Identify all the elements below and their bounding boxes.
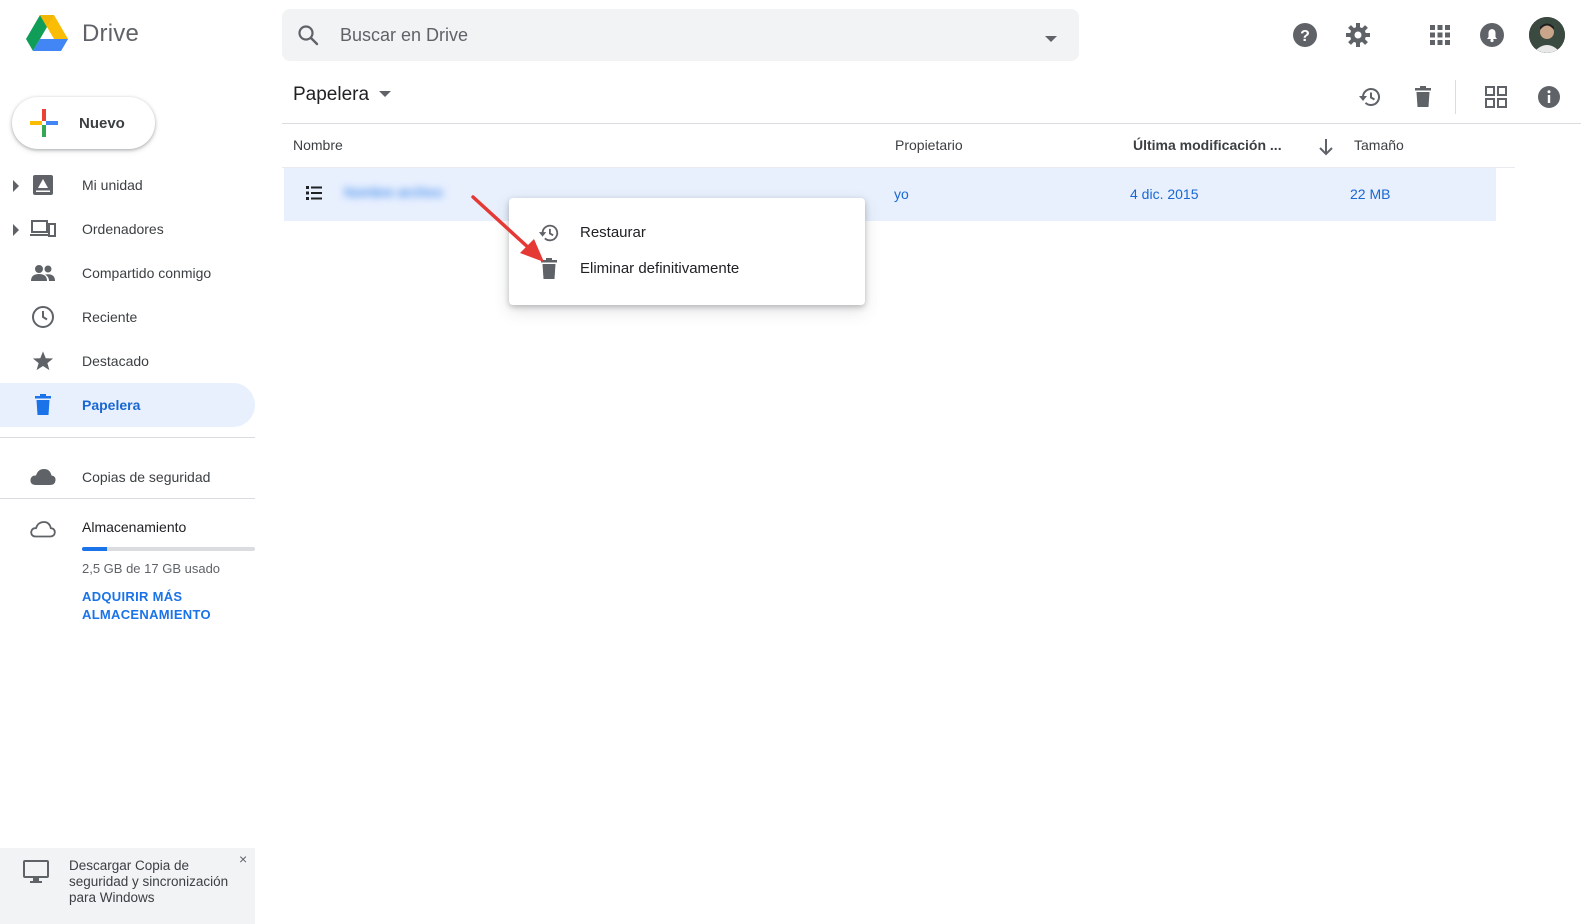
file-name: Nombre archivo [344,184,443,200]
sidebar-item-shared-with-me[interactable]: Compartido conmigo [0,251,255,295]
location-dropdown[interactable]: Papelera [293,84,392,106]
avatar[interactable] [1529,17,1565,53]
sidebar-item-my-drive[interactable]: Mi unidad [0,163,255,207]
new-button[interactable]: Nuevo [12,97,155,149]
sidebar-item-label: Compartido conmigo [82,265,212,281]
sidebar-divider [0,437,255,438]
sidebar-item-label: Copias de seguridad [82,469,211,485]
column-owner[interactable]: Propietario [895,137,963,153]
search-bar[interactable] [282,9,1079,61]
restore-icon [537,221,561,245]
trash-icon [537,257,561,281]
sidebar-nav: Mi unidad Ordenadores Compartido conmigo… [0,163,255,427]
menu-item-restore[interactable]: Restaurar [509,215,865,249]
clock-icon [30,305,56,329]
svg-text:?: ? [1300,28,1310,45]
help-icon[interactable]: ? [1290,20,1320,50]
storage-progress-fill [82,547,108,551]
star-icon [30,349,56,373]
toolbar-divider [1455,80,1456,114]
search-options-icon[interactable] [1045,31,1057,49]
sidebar-item-label: Reciente [82,309,138,325]
search-input[interactable] [340,9,1020,61]
table-row[interactable]: Nombre archivo yo 4 dic. 2015 22 MB [284,168,1496,221]
sidebar-item-label: Papelera [82,397,141,413]
storage-progress-bar [82,547,255,551]
menu-item-delete-forever[interactable]: Eliminar definitivamente [509,251,865,285]
plus-icon [30,109,58,142]
column-name[interactable]: Nombre [293,137,343,153]
column-last-modified[interactable]: Última modificación ... [1133,137,1282,153]
storage-label: Almacenamiento [82,519,187,535]
storage-used-text: 2,5 GB de 17 GB usado [82,561,221,576]
delete-forever-icon[interactable] [1409,83,1437,111]
file-modified: 4 dic. 2015 [1130,186,1199,202]
file-owner: yo [894,186,909,202]
chevron-down-icon [379,91,392,97]
page-title: Papelera [293,84,370,105]
top-bar: Drive ? [0,0,1581,70]
search-icon[interactable] [296,23,320,52]
promo-text: Descargar Copia de seguridad y sincroniz… [69,858,229,905]
my-drive-icon [30,173,56,197]
cloud-outline-icon [30,520,56,543]
close-icon[interactable]: × [239,851,247,867]
settings-icon[interactable] [1343,20,1373,50]
sidebar-item-label: Destacado [82,353,149,369]
drive-logo-icon [26,15,68,51]
sidebar-item-computers[interactable]: Ordenadores [0,207,255,251]
arrow-down-icon[interactable] [1318,138,1334,161]
backup-sync-promo[interactable]: Descargar Copia de seguridad y sincroniz… [0,848,255,924]
sidebar-item-backups[interactable]: Copias de seguridad [0,455,255,499]
info-icon[interactable] [1535,83,1563,111]
monitor-icon [23,860,49,889]
grid-view-icon[interactable] [1482,83,1510,111]
app-name: Drive [82,20,140,47]
sidebar-item-label: Ordenadores [82,221,164,237]
apps-grid-icon[interactable] [1425,20,1455,50]
toolbar-separator [282,123,1581,124]
caret-right-icon[interactable] [13,179,20,197]
file-size: 22 MB [1350,186,1391,202]
context-menu: Restaurar Eliminar definitivamente [509,198,865,305]
trash-icon [30,393,56,417]
computers-icon [30,217,56,241]
new-button-label: Nuevo [79,114,125,132]
menu-item-label: Restaurar [580,223,646,241]
sidebar-item-starred[interactable]: Destacado [0,339,255,383]
restore-icon[interactable] [1356,83,1384,111]
sidebar-item-trash[interactable]: Papelera [0,383,255,427]
people-icon [30,261,56,285]
notifications-icon[interactable] [1477,20,1507,50]
column-size[interactable]: Tamaño [1354,137,1404,153]
sidebar-item-recent[interactable]: Reciente [0,295,255,339]
menu-item-label: Eliminar definitivamente [580,259,740,277]
sidebar-item-label: Mi unidad [82,177,143,193]
list-file-icon [306,186,322,205]
caret-right-icon[interactable] [13,223,20,241]
sidebar-divider [0,498,255,499]
buy-storage-link[interactable]: ADQUIRIR MÁS ALMACENAMIENTO [82,588,252,624]
drive-logo[interactable]: Drive [26,15,139,53]
cloud-icon [30,465,56,489]
